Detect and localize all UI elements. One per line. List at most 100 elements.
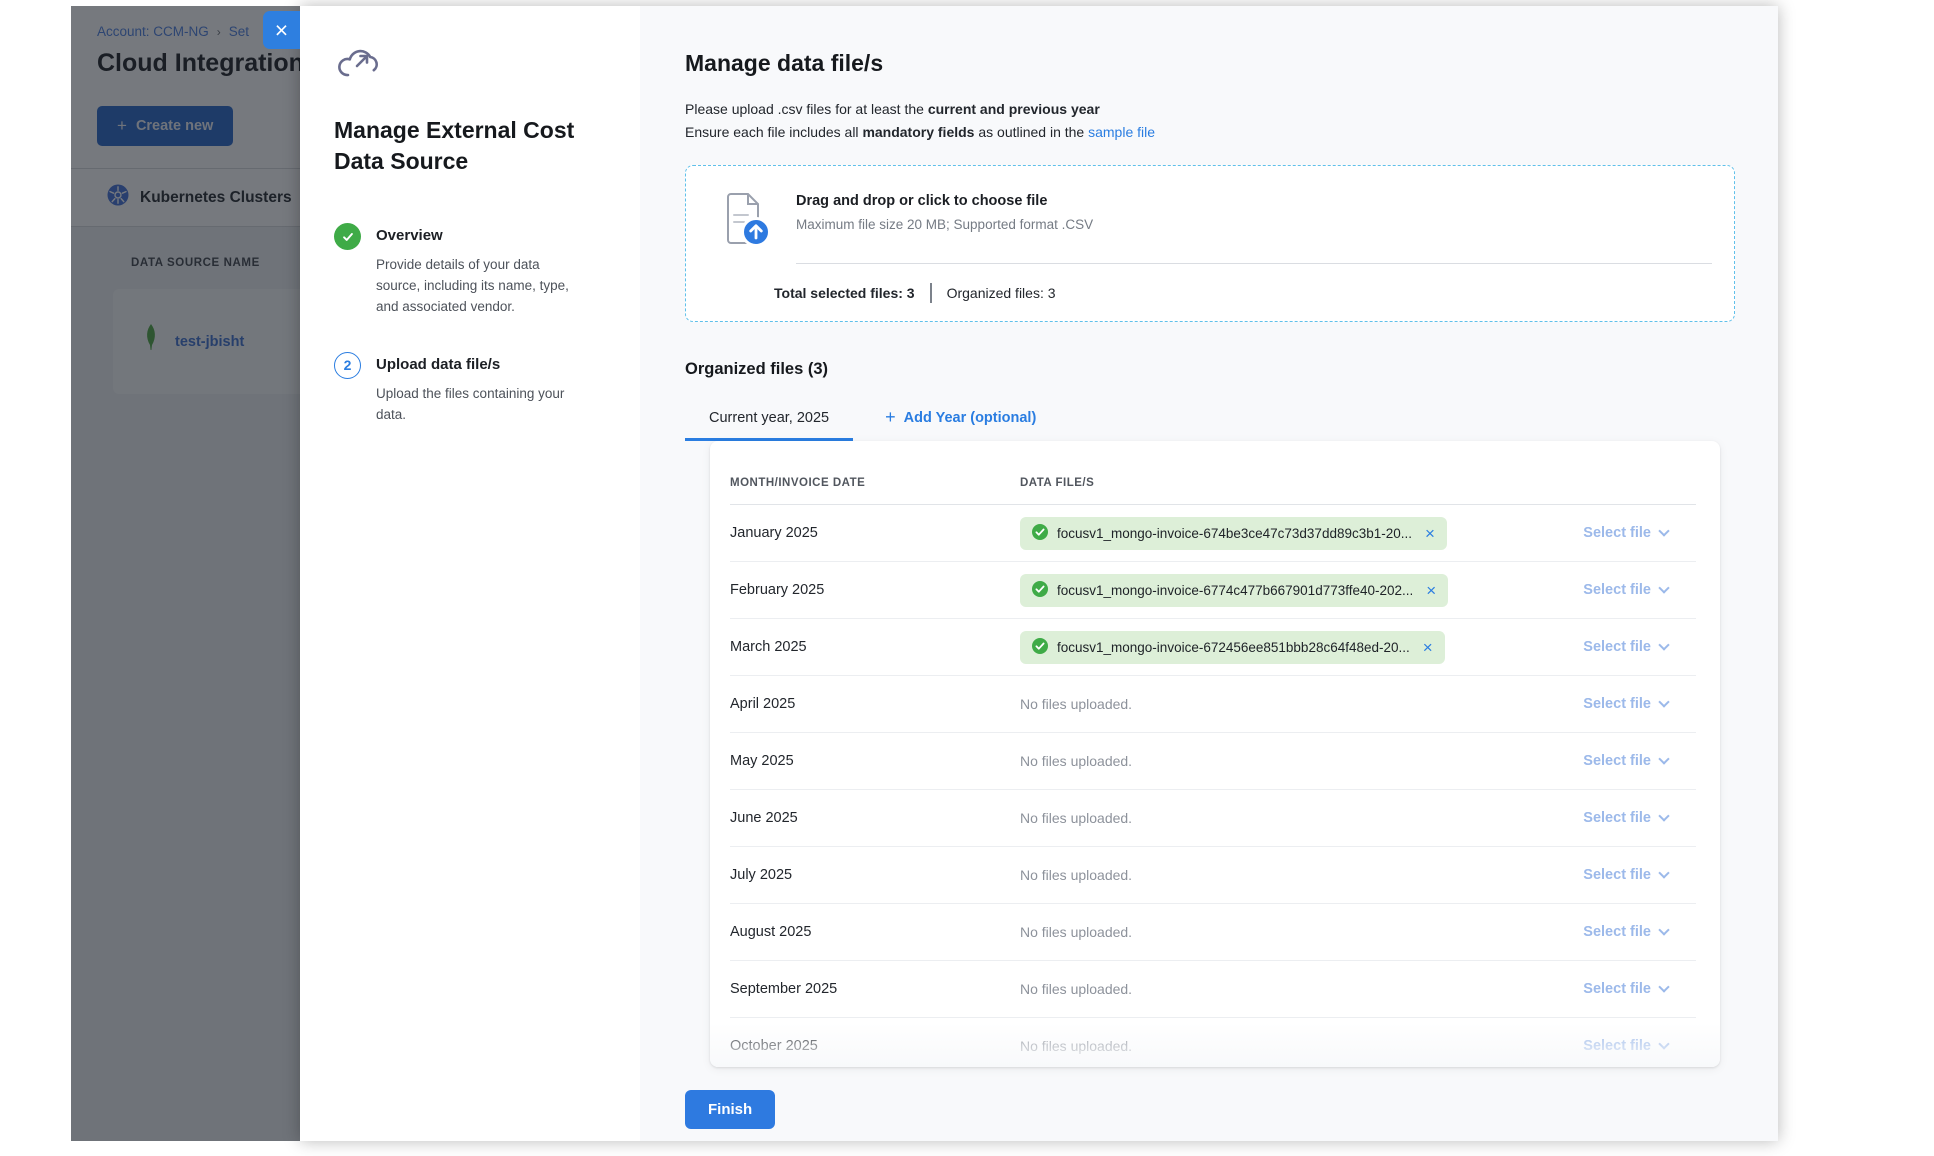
step-number-badge: 2: [334, 352, 361, 379]
select-file-button[interactable]: Select file: [1583, 525, 1696, 541]
month-label: January 2025: [730, 525, 1020, 541]
files-cell: No files uploaded. Select file: [1020, 924, 1696, 940]
no-files-text: No files uploaded.: [1020, 981, 1132, 997]
select-file-button[interactable]: Select file: [1583, 582, 1696, 598]
remove-file-icon[interactable]: ×: [1423, 639, 1433, 656]
plus-icon: +: [885, 407, 896, 428]
chevron-down-icon: [1658, 640, 1669, 651]
file-uploaded-check-icon: [1032, 638, 1048, 657]
select-file-label: Select file: [1583, 924, 1651, 940]
step-upload-label: Upload data file/s: [376, 352, 584, 373]
chevron-down-icon: [1658, 754, 1669, 765]
file-chip-label: focusv1_mongo-invoice-6774c477b667901d77…: [1057, 583, 1413, 598]
month-rows: January 2025 focusv1_mongo-invoice-674be…: [730, 505, 1696, 1067]
cloud-export-icon: [334, 69, 378, 86]
select-file-label: Select file: [1583, 867, 1651, 883]
manage-data-files-panel: Manage data file/s Please upload .csv fi…: [640, 6, 1778, 1141]
month-label: April 2025: [730, 696, 1020, 712]
remove-file-icon[interactable]: ×: [1425, 525, 1435, 542]
totals-separator: [930, 283, 932, 303]
month-label: June 2025: [730, 810, 1020, 826]
organized-files-card: MONTH/INVOICE DATE DATA FILE/S January 2…: [710, 441, 1720, 1067]
files-cell: No files uploaded. Select file: [1020, 696, 1696, 712]
column-header-month: MONTH/INVOICE DATE: [730, 477, 1020, 489]
file-dropzone[interactable]: Drag and drop or click to choose file Ma…: [685, 165, 1735, 322]
file-chip: focusv1_mongo-invoice-6774c477b667901d77…: [1020, 574, 1448, 607]
select-file-button[interactable]: Select file: [1583, 696, 1696, 712]
chevron-down-icon: [1658, 925, 1669, 936]
month-label: August 2025: [730, 924, 1020, 940]
select-file-label: Select file: [1583, 810, 1651, 826]
chevron-down-icon: [1658, 811, 1669, 822]
no-files-text: No files uploaded.: [1020, 867, 1132, 883]
month-label: February 2025: [730, 582, 1020, 598]
chevron-down-icon: [1658, 868, 1669, 879]
tab-current-year[interactable]: Current year, 2025: [685, 397, 853, 441]
select-file-button[interactable]: Select file: [1583, 1038, 1696, 1054]
table-header-row: MONTH/INVOICE DATE DATA FILE/S: [730, 461, 1696, 505]
column-header-files: DATA FILE/S: [1020, 477, 1094, 489]
files-cell: focusv1_mongo-invoice-674be3ce47c73d37dd…: [1020, 517, 1696, 550]
table-row: September 2025 No files uploaded. Select…: [730, 961, 1696, 1018]
select-file-button[interactable]: Select file: [1583, 753, 1696, 769]
step-overview[interactable]: Overview Provide details of your data so…: [334, 223, 606, 318]
table-row: April 2025 No files uploaded. Select fil…: [730, 676, 1696, 733]
instruction-line-1: Please upload .csv files for at least th…: [685, 98, 1735, 121]
no-files-text: No files uploaded.: [1020, 696, 1132, 712]
select-file-button[interactable]: Select file: [1583, 924, 1696, 940]
no-files-text: No files uploaded.: [1020, 1038, 1132, 1054]
file-totals: Total selected files: 3 Organized files:…: [774, 283, 1712, 303]
select-file-label: Select file: [1583, 582, 1651, 598]
table-row: May 2025 No files uploaded. Select file: [730, 733, 1696, 790]
select-file-label: Select file: [1583, 753, 1651, 769]
select-file-label: Select file: [1583, 1038, 1651, 1054]
sample-file-link[interactable]: sample file: [1088, 124, 1155, 140]
months-table: MONTH/INVOICE DATE DATA FILE/S January 2…: [710, 441, 1720, 1067]
select-file-label: Select file: [1583, 696, 1651, 712]
table-row: March 2025 focusv1_mongo-invoice-672456e…: [730, 619, 1696, 676]
manage-data-files-title: Manage data file/s: [685, 50, 1735, 77]
select-file-button[interactable]: Select file: [1583, 981, 1696, 997]
files-cell: focusv1_mongo-invoice-672456ee851bbb28c6…: [1020, 631, 1696, 664]
files-cell: No files uploaded. Select file: [1020, 753, 1696, 769]
select-file-button[interactable]: Select file: [1583, 639, 1696, 655]
add-year-label: Add Year (optional): [904, 410, 1037, 426]
file-chip-label: focusv1_mongo-invoice-672456ee851bbb28c6…: [1057, 640, 1410, 655]
select-file-button[interactable]: Select file: [1583, 867, 1696, 883]
upload-instructions: Please upload .csv files for at least th…: [685, 98, 1735, 144]
month-label: May 2025: [730, 753, 1020, 769]
select-file-button[interactable]: Select file: [1583, 810, 1696, 826]
add-year-button[interactable]: + Add Year (optional): [885, 397, 1036, 441]
files-cell: No files uploaded. Select file: [1020, 867, 1696, 883]
table-row: August 2025 No files uploaded. Select fi…: [730, 904, 1696, 961]
files-cell: No files uploaded. Select file: [1020, 810, 1696, 826]
close-button[interactable]: ×: [263, 11, 300, 49]
step-upload-data-files[interactable]: 2 Upload data file/s Upload the files co…: [334, 352, 606, 426]
step-complete-check-icon: [334, 223, 361, 250]
step-upload-description: Upload the files containing your data.: [376, 384, 584, 426]
finish-button[interactable]: Finish: [685, 1090, 775, 1129]
organized-files-count: Organized files: 3: [947, 285, 1056, 301]
manage-external-cost-drawer: × Manage External Cost Data Source Overv…: [300, 6, 1778, 1141]
no-files-text: No files uploaded.: [1020, 810, 1132, 826]
files-cell: focusv1_mongo-invoice-6774c477b667901d77…: [1020, 574, 1696, 607]
table-row: July 2025 No files uploaded. Select file: [730, 847, 1696, 904]
upload-file-icon: [718, 191, 772, 249]
chevron-down-icon: [1658, 1039, 1669, 1050]
remove-file-icon[interactable]: ×: [1426, 582, 1436, 599]
month-label: October 2025: [730, 1038, 1020, 1054]
no-files-text: No files uploaded.: [1020, 924, 1132, 940]
close-icon: ×: [275, 19, 288, 42]
dropzone-title: Drag and drop or click to choose file: [796, 191, 1093, 209]
file-uploaded-check-icon: [1032, 524, 1048, 543]
files-cell: No files uploaded. Select file: [1020, 1038, 1696, 1054]
month-label: September 2025: [730, 981, 1020, 997]
dropzone-subtitle: Maximum file size 20 MB; Supported forma…: [796, 217, 1093, 232]
chevron-down-icon: [1658, 583, 1669, 594]
step-overview-description: Provide details of your data source, inc…: [376, 255, 584, 318]
dropzone-divider: [796, 263, 1712, 264]
file-uploaded-check-icon: [1032, 581, 1048, 600]
chevron-down-icon: [1658, 982, 1669, 993]
file-chip-label: focusv1_mongo-invoice-674be3ce47c73d37dd…: [1057, 526, 1412, 541]
table-row: June 2025 No files uploaded. Select file: [730, 790, 1696, 847]
